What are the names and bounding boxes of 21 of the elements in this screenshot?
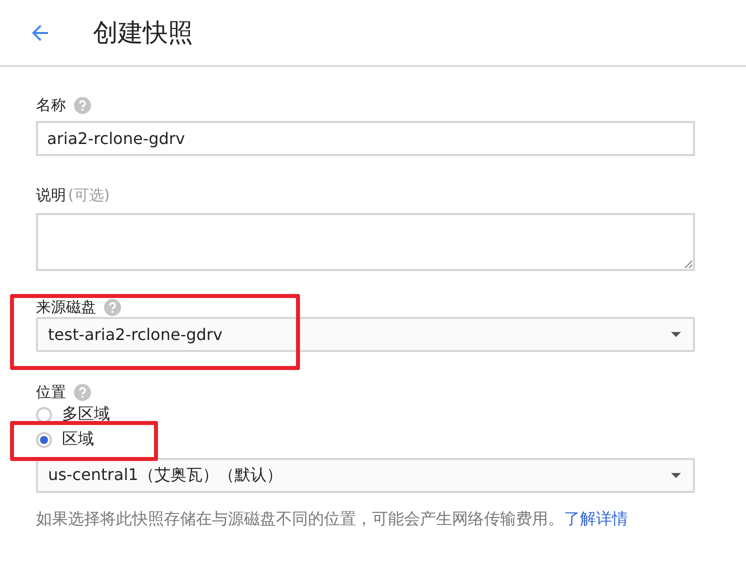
field-label: 名称 — [36, 96, 66, 114]
radio-label: 区域 — [62, 429, 94, 450]
help-icon[interactable] — [104, 298, 121, 316]
radio-button[interactable] — [36, 406, 52, 422]
radio-button[interactable] — [36, 432, 52, 448]
field-label: 说明 — [36, 186, 66, 204]
hint-text: 如果选择将此快照存储在与源磁盘不同的位置，可能会产生网络传输费用。了解详情 — [36, 508, 629, 530]
field-label: 位置 — [36, 382, 66, 402]
field-label: 来源磁盘 — [36, 298, 96, 316]
dropdown-caret-icon — [671, 473, 681, 478]
page-title: 创建快照 — [93, 17, 193, 49]
radio-label: 多区域 — [62, 404, 110, 425]
description-textarea[interactable] — [36, 213, 695, 271]
dropdown-caret-icon — [671, 332, 681, 337]
learn-more-link[interactable]: 了解详情 — [564, 509, 628, 528]
optional-note: (可选) — [68, 186, 110, 204]
help-icon[interactable] — [74, 96, 91, 114]
source-disk-select[interactable]: test-aria2-rclone-gdrv — [36, 317, 695, 352]
name-input[interactable]: aria2-rclone-gdrv — [36, 121, 695, 156]
help-icon[interactable] — [74, 384, 91, 400]
region-select[interactable]: us-central1（艾奥瓦）（默认） — [36, 458, 695, 493]
